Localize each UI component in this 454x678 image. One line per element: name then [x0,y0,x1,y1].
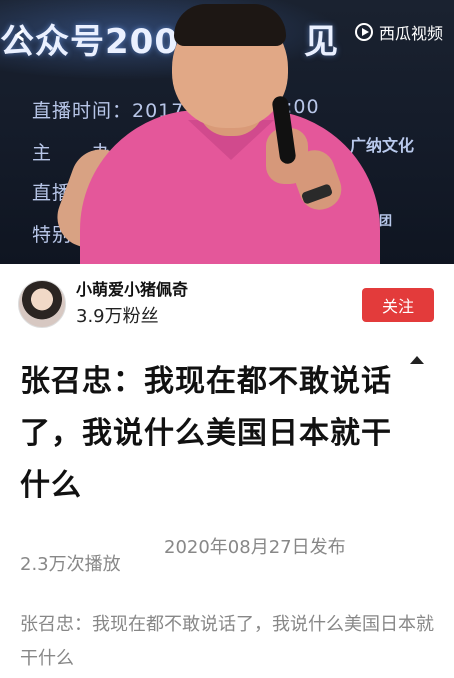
video-title: 张召忠：我现在都不敢说话了，我说什么美国日本就干什么 [20,364,392,503]
speaker-figure [49,0,380,264]
avatar[interactable] [18,280,66,328]
video-player[interactable]: 公众号200万粉丝见 直播时间：2017年 :00 主 办： 直播支 特别 广纳… [0,0,454,264]
publish-date: 2020年08月27日发布 [164,537,346,558]
play-circle-icon [355,23,373,41]
follow-button[interactable]: 关注 [362,288,434,322]
author-name[interactable]: 小萌爱小猪佩奇 [76,276,188,300]
speaker-hair [174,4,286,46]
collapse-icon[interactable] [410,356,424,364]
fan-count: 3.9万粉丝 [76,306,159,327]
back-icon[interactable]: ‹ [14,20,26,50]
platform-watermark: 西瓜视频 [355,20,443,44]
platform-name: 西瓜视频 [379,24,444,43]
video-description: 张召忠：我现在都不敢说话了，我说什么美国日本就干什么 [20,614,434,669]
play-count: 2.3万次播放 [20,554,121,575]
